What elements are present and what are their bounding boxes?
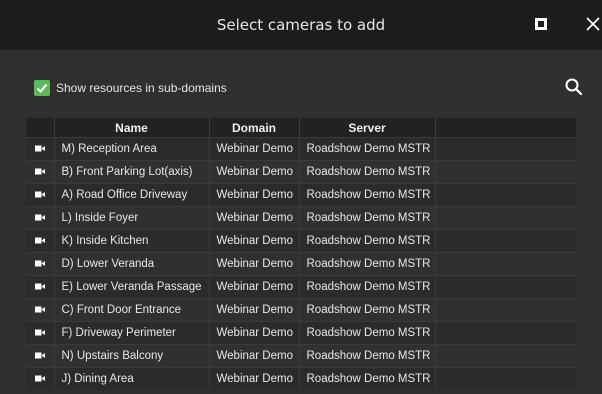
table-row[interactable]: D) Lower Veranda Webinar Demo Roadshow Dem… [26, 252, 576, 276]
show-subdomains-checkbox[interactable] [34, 80, 50, 96]
camera-server-cell: Roadshow Demo MSTR [299, 137, 436, 161]
camera-icon-cell [26, 344, 55, 368]
table-row[interactable]: C) Front Door Entrance Webinar Demo Roadsh… [26, 298, 576, 322]
camera-domain-cell: Webinar Demo [209, 137, 300, 161]
table-row[interactable]: M) Reception Area Webinar Demo Roadshow De… [26, 137, 576, 161]
camera-domain-cell: Webinar Demo [209, 321, 300, 345]
camera-icon [34, 375, 45, 382]
camera-name-cell: C) Front Door Entrance [54, 298, 210, 322]
camera-icon-cell [26, 298, 55, 322]
camera-filler-cell [435, 344, 576, 368]
camera-name-cell: D) Lower Veranda [54, 252, 210, 276]
close-icon [586, 17, 600, 31]
camera-server-cell: Roadshow Demo MSTR [299, 298, 436, 322]
maximize-icon [535, 18, 547, 30]
cameras-table: Name Domain Server M) Reception Area Webi… [26, 118, 576, 390]
camera-domain-cell: Webinar Demo [209, 252, 300, 276]
dialog-titlebar: Select cameras to add [0, 0, 602, 50]
camera-icon [34, 283, 45, 290]
maximize-button[interactable] [535, 18, 547, 30]
camera-server-cell: Roadshow Demo MSTR [299, 229, 436, 253]
camera-filler-cell [435, 183, 576, 207]
dialog-title: Select cameras to add [216, 16, 386, 34]
table-row[interactable]: N) Upstairs Balcony Webinar Demo Roadshow … [26, 344, 576, 368]
camera-domain-cell: Webinar Demo [209, 367, 300, 390]
camera-icon-cell [26, 229, 55, 253]
camera-filler-cell [435, 137, 576, 161]
camera-server-cell: Roadshow Demo MSTR [299, 275, 436, 299]
column-header-filler [435, 118, 576, 138]
cameras-table-body: M) Reception Area Webinar Demo Roadshow De… [26, 137, 576, 390]
camera-icon [34, 260, 45, 267]
camera-name-cell: J) Dining Area [54, 367, 210, 390]
table-row[interactable]: L) Inside Foyer Webinar Demo Roadshow Demo… [26, 206, 576, 230]
camera-filler-cell [435, 229, 576, 253]
camera-server-cell: Roadshow Demo MSTR [299, 367, 436, 390]
camera-icon [34, 145, 45, 152]
table-row[interactable]: J) Dining Area Webinar Demo Roadshow Demo … [26, 367, 576, 390]
camera-icon [34, 237, 45, 244]
camera-icon-cell [26, 252, 55, 276]
camera-domain-cell: Webinar Demo [209, 298, 300, 322]
camera-domain-cell: Webinar Demo [209, 229, 300, 253]
camera-filler-cell [435, 275, 576, 299]
camera-icon-cell [26, 206, 55, 230]
checkmark-icon [36, 83, 48, 93]
camera-server-cell: Roadshow Demo MSTR [299, 183, 436, 207]
camera-name-cell: K) Inside Kitchen [54, 229, 210, 253]
camera-name-cell: A) Road Office Driveway [54, 183, 210, 207]
table-row[interactable]: E) Lower Veranda Passage Webinar Demo Road… [26, 275, 576, 299]
camera-domain-cell: Webinar Demo [209, 206, 300, 230]
show-subdomains-option: Show resources in sub-domains [34, 78, 227, 98]
column-header-domain[interactable]: Domain [209, 118, 300, 138]
column-header-server[interactable]: Server [299, 118, 436, 138]
camera-icon [34, 214, 45, 221]
close-button[interactable] [583, 14, 602, 34]
table-row[interactable]: A) Road Office Driveway Webinar Demo Roads… [26, 183, 576, 207]
camera-domain-cell: Webinar Demo [209, 183, 300, 207]
camera-server-cell: Roadshow Demo MSTR [299, 206, 436, 230]
camera-icon [34, 329, 45, 336]
camera-server-cell: Roadshow Demo MSTR [299, 160, 436, 184]
column-header-name[interactable]: Name [54, 118, 210, 138]
camera-name-cell: F) Driveway Perimeter [54, 321, 210, 345]
search-icon [565, 78, 583, 96]
camera-server-cell: Roadshow Demo MSTR [299, 321, 436, 345]
table-row[interactable]: B) Front Parking Lot(axis) Webinar Demo Ro… [26, 160, 576, 184]
camera-icon [34, 168, 45, 175]
camera-filler-cell [435, 160, 576, 184]
camera-filler-cell [435, 298, 576, 322]
show-subdomains-label: Show resources in sub-domains [56, 81, 227, 95]
camera-server-cell: Roadshow Demo MSTR [299, 252, 436, 276]
camera-name-cell: E) Lower Veranda Passage [54, 275, 210, 299]
search-button[interactable] [563, 76, 585, 98]
camera-filler-cell [435, 321, 576, 345]
camera-icon-cell [26, 137, 55, 161]
table-header-row: Name Domain Server [26, 118, 576, 138]
camera-domain-cell: Webinar Demo [209, 160, 300, 184]
camera-icon-cell [26, 160, 55, 184]
column-header-icon[interactable] [26, 118, 55, 138]
camera-icon [34, 306, 45, 313]
camera-name-cell: N) Upstairs Balcony [54, 344, 210, 368]
camera-icon [34, 191, 45, 198]
table-row[interactable]: K) Inside Kitchen Webinar Demo Roadshow De… [26, 229, 576, 253]
camera-name-cell: L) Inside Foyer [54, 206, 210, 230]
camera-icon-cell [26, 275, 55, 299]
select-cameras-dialog: Select cameras to add Show resources in … [0, 0, 602, 394]
camera-icon-cell [26, 183, 55, 207]
cameras-table-container: Name Domain Server M) Reception Area Webi… [26, 118, 576, 394]
camera-icon-cell [26, 367, 55, 390]
camera-domain-cell: Webinar Demo [209, 275, 300, 299]
camera-filler-cell [435, 252, 576, 276]
camera-name-cell: M) Reception Area [54, 137, 210, 161]
camera-icon-cell [26, 321, 55, 345]
camera-name-cell: B) Front Parking Lot(axis) [54, 160, 210, 184]
camera-domain-cell: Webinar Demo [209, 344, 300, 368]
camera-filler-cell [435, 206, 576, 230]
camera-icon [34, 352, 45, 359]
camera-filler-cell [435, 367, 576, 390]
camera-server-cell: Roadshow Demo MSTR [299, 344, 436, 368]
table-row[interactable]: F) Driveway Perimeter Webinar Demo Roadsho… [26, 321, 576, 345]
